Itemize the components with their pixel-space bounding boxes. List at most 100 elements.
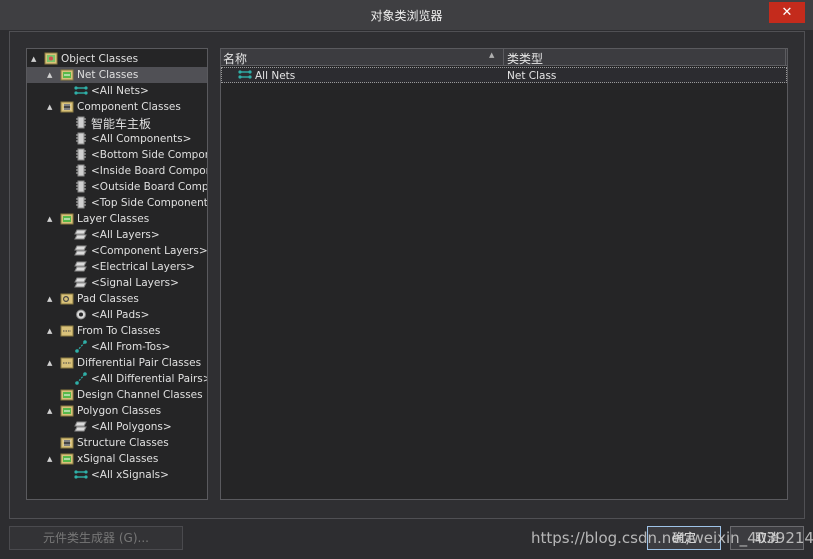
tree-item-label: <All Layers>	[91, 229, 160, 241]
tree-item-label: <All Polygons>	[91, 421, 172, 433]
tree-item-label: <All Differential Pairs>	[91, 373, 208, 385]
column-separator[interactable]	[785, 49, 786, 66]
tree-item[interactable]: <Component Layers>	[27, 243, 207, 259]
column-header-type[interactable]: 类类型	[507, 50, 543, 67]
tree-item[interactable]: ▲ Polygon Classes	[27, 403, 207, 419]
component-icon	[76, 196, 86, 209]
tree-item-label: Structure Classes	[77, 437, 169, 449]
tree-item[interactable]: <All Pads>	[27, 307, 207, 323]
tree-item-label: <Outside Board Components>	[91, 181, 208, 193]
tree-item-label: xSignal Classes	[77, 453, 159, 465]
tree-item-label: Object Classes	[61, 53, 139, 65]
tree-item-label: <All From-Tos>	[91, 341, 171, 353]
tree-item-label: <Electrical Layers>	[91, 261, 195, 273]
tree-item[interactable]: ▲ Net Classes	[27, 67, 207, 83]
column-separator[interactable]	[503, 49, 504, 66]
layer-icon	[74, 277, 87, 288]
tree-item-label: <Signal Layers>	[91, 277, 179, 289]
tree-item[interactable]: ▲ From To Classes	[27, 323, 207, 339]
expand-toggle-icon[interactable]: ▲	[47, 454, 55, 464]
tree-item-label: <Top Side Components>	[91, 197, 208, 209]
expand-toggle-icon[interactable]: ▲	[47, 102, 55, 112]
class-tree[interactable]: ▲ Object Classes ▲ Net Classes <All Nets> ▲ Co…	[26, 48, 208, 500]
class-list[interactable]: 名称 ▲ 类类型 All Nets Net Class	[220, 48, 788, 500]
tree-item[interactable]: <Signal Layers>	[27, 275, 207, 291]
tree-item-label: <Component Layers>	[91, 245, 208, 257]
tree-item[interactable]: ▲ xSignal Classes	[27, 451, 207, 467]
pad-folder-icon	[60, 293, 74, 305]
tree-item[interactable]: <All xSignals>	[27, 467, 207, 483]
tree-item[interactable]: 智能车主板	[27, 115, 207, 131]
tree-item[interactable]: <Inside Board Components>	[27, 163, 207, 179]
tree-item[interactable]: ▲ Pad Classes	[27, 291, 207, 307]
tree-item[interactable]: <All Layers>	[27, 227, 207, 243]
fromto-icon	[75, 372, 87, 385]
tree-item-label: <All xSignals>	[91, 469, 169, 481]
class-folder-icon	[60, 69, 74, 81]
fromto-folder-icon	[60, 325, 74, 337]
list-header: 名称 ▲ 类类型	[221, 49, 787, 66]
tree-item-label: <All Components>	[91, 133, 192, 145]
expand-toggle-icon[interactable]: ▲	[47, 406, 55, 416]
expand-toggle-icon[interactable]: ▲	[47, 214, 55, 224]
tree-item[interactable]: <Bottom Side Components>	[27, 147, 207, 163]
tree-item[interactable]: <All Polygons>	[27, 419, 207, 435]
tree-item[interactable]: ▲ Layer Classes	[27, 211, 207, 227]
expand-toggle-icon[interactable]: ▲	[47, 358, 55, 368]
class-folder-icon	[60, 389, 74, 401]
tree-item-label: Differential Pair Classes	[77, 357, 202, 369]
window-title: 对象类浏览器	[370, 9, 443, 23]
tree-item-label: <Inside Board Components>	[91, 165, 207, 177]
component-folder-icon	[60, 437, 74, 449]
component-icon	[76, 148, 86, 161]
layer-icon	[74, 261, 87, 272]
class-folder-icon	[60, 405, 74, 417]
sort-ascending-icon: ▲	[489, 51, 495, 59]
table-row[interactable]: All Nets Net Class	[221, 67, 787, 83]
tree-item[interactable]: <Top Side Components>	[27, 195, 207, 211]
component-icon	[76, 116, 86, 129]
class-folder-icon	[60, 213, 74, 225]
close-button[interactable]: ✕	[769, 2, 805, 23]
tree-item[interactable]: <Outside Board Components>	[27, 179, 207, 195]
class-folder-icon	[60, 453, 74, 465]
component-icon	[76, 180, 86, 193]
tree-item-label: Layer Classes	[77, 213, 150, 225]
watermark: https://blog.csdn.net/weixin_40392143	[531, 529, 813, 547]
tree-item-label: <All Pads>	[91, 309, 150, 321]
layer-icon	[74, 229, 87, 240]
tree-item-label: From To Classes	[77, 325, 161, 337]
tree-item[interactable]: <All From-Tos>	[27, 339, 207, 355]
tree-item[interactable]: <All Nets>	[27, 83, 207, 99]
tree-item-label: <All Nets>	[91, 85, 149, 97]
tree-item-label: Component Classes	[77, 101, 181, 113]
tree-item-label: Net Classes	[77, 69, 139, 81]
net-icon	[74, 86, 88, 95]
tree-item[interactable]: <All Differential Pairs>	[27, 371, 207, 387]
tree-item[interactable]: ▲ Component Classes	[27, 99, 207, 115]
component-class-generator-button[interactable]: 元件类生成器 (G)...	[9, 526, 183, 550]
tree-item[interactable]: <Electrical Layers>	[27, 259, 207, 275]
expand-toggle-icon[interactable]: ▲	[47, 294, 55, 304]
title-bar: 对象类浏览器 ✕	[0, 0, 813, 30]
layer-icon	[74, 421, 87, 432]
expand-toggle-icon[interactable]: ▲	[47, 70, 55, 80]
tree-item-label: 智能车主板	[91, 117, 152, 131]
expand-toggle-icon[interactable]: ▲	[47, 326, 55, 336]
tree-item[interactable]: Design Channel Classes	[27, 387, 207, 403]
net-icon	[74, 470, 88, 479]
component-folder-icon	[60, 101, 74, 113]
expand-toggle-icon[interactable]: ▲	[31, 54, 39, 64]
tree-item[interactable]: ▲ Differential Pair Classes	[27, 355, 207, 371]
column-header-name[interactable]: 名称	[223, 50, 247, 67]
cell-type: Net Class	[507, 70, 557, 82]
tree-item-label: <Bottom Side Components>	[91, 149, 207, 161]
fromto-folder-icon	[60, 357, 74, 369]
tree-item[interactable]: ▲ Object Classes	[27, 51, 207, 67]
component-icon	[76, 132, 86, 145]
tree-item-label: Pad Classes	[77, 293, 139, 305]
tree-item-label: Polygon Classes	[77, 405, 162, 417]
fromto-icon	[75, 340, 87, 353]
tree-item[interactable]: Structure Classes	[27, 435, 207, 451]
tree-item[interactable]: <All Components>	[27, 131, 207, 147]
